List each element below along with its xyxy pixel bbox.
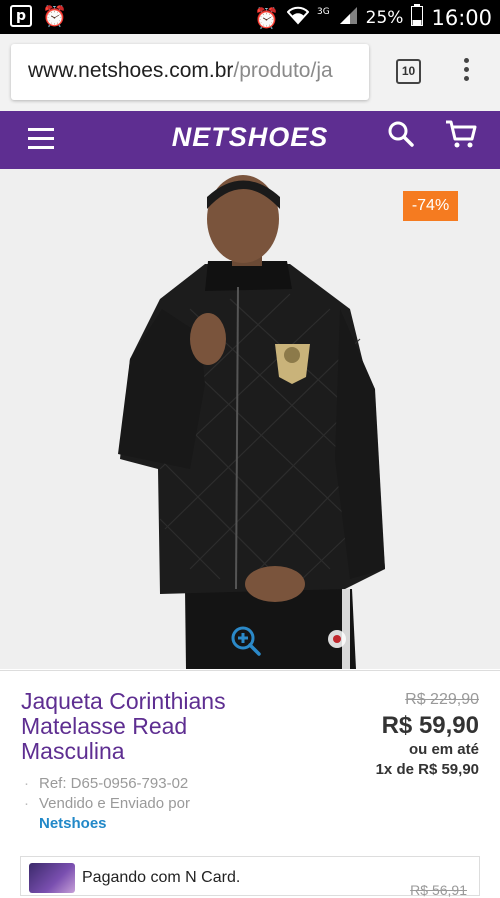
sold-by-label: · Vendido e Enviado por — [24, 795, 190, 812]
ncard-label: Pagando com N Card. — [82, 869, 241, 886]
network-type-label: 3G — [316, 6, 330, 17]
battery-icon — [411, 4, 424, 31]
zoom-in-icon[interactable] — [230, 625, 262, 657]
installment-label: ou em até — [408, 741, 479, 758]
alarm-icon: ⏰ — [42, 6, 67, 28]
cart-icon[interactable] — [444, 117, 478, 151]
app-notification-icon: p — [10, 5, 32, 27]
battery-percent: 25% — [365, 7, 404, 28]
product-info: Jaqueta Corinthians Matelasse Read Mascu… — [0, 670, 500, 898]
status-bar: p ⏰ ⏰ 3G 25% 16:00 — [0, 0, 500, 34]
product-title: Jaqueta Corinthians Matelasse Read Mascu… — [21, 688, 226, 764]
signal-icon — [338, 5, 358, 30]
ncard-price: R$ 56,91 — [410, 882, 467, 898]
ncard-offer[interactable]: Pagando com N Card. R$ 56,91 — [20, 856, 480, 898]
address-bar[interactable]: www.netshoes.com.br/produto/ja — [11, 44, 369, 100]
seller-link[interactable]: Netshoes — [39, 815, 107, 832]
clock: 16:00 — [431, 5, 492, 30]
site-header: NETSHOES — [0, 111, 500, 169]
tab-switcher-button[interactable]: 10 — [396, 59, 421, 84]
old-price: R$ 229,90 — [405, 691, 479, 708]
browser-toolbar: www.netshoes.com.br/produto/ja 10 — [0, 34, 500, 111]
wifi-icon — [286, 5, 310, 30]
installment-value: 1x de R$ 59,90 — [375, 761, 479, 778]
search-icon[interactable] — [386, 119, 416, 149]
current-price: R$ 59,90 — [381, 712, 479, 739]
model-photo — [118, 175, 385, 669]
url-host: www.netshoes.com.br — [28, 59, 234, 82]
netshoes-logo[interactable]: NETSHOES — [0, 122, 500, 153]
discount-badge: -74% — [403, 191, 458, 221]
browser-menu-icon[interactable] — [460, 58, 472, 88]
url-path: /produto/ja — [233, 59, 333, 82]
alarm-clock-icon: ⏰ — [254, 5, 279, 30]
product-image[interactable]: -74% — [0, 169, 500, 669]
product-ref: · Ref: D65-0956-793-02 — [24, 775, 189, 792]
